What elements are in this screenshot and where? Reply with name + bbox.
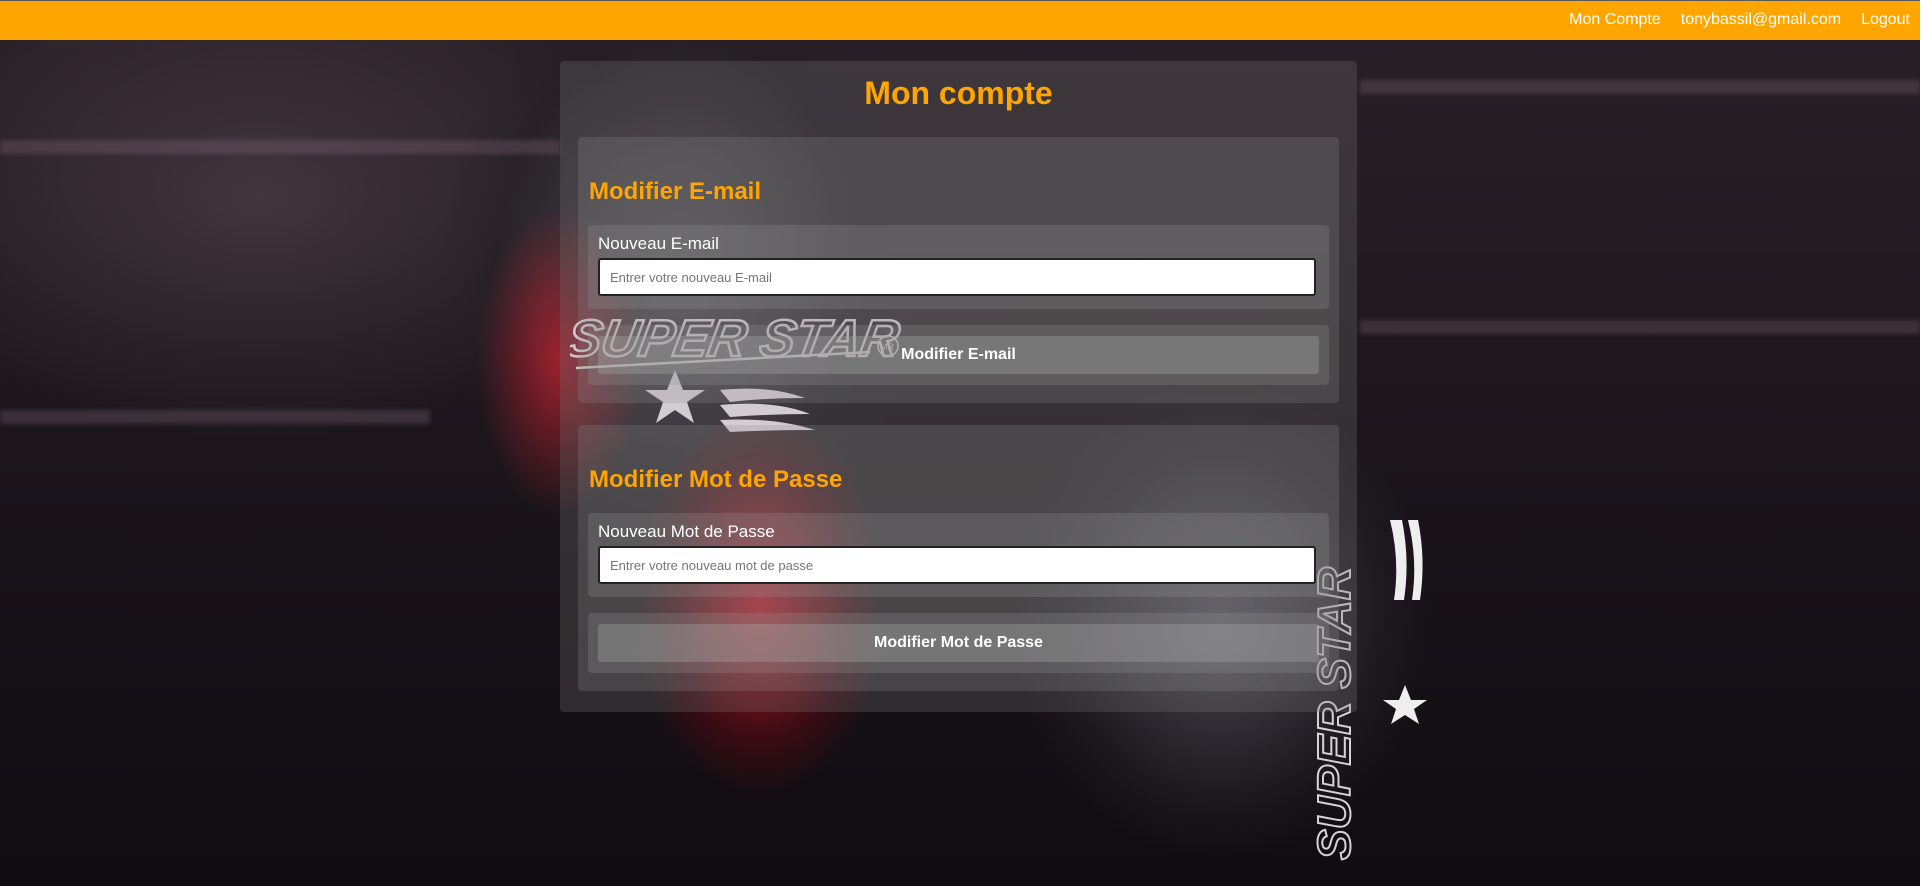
nav-link-user-email[interactable]: tonybassil@gmail.com [1681,11,1841,29]
password-section: Modifier Mot de Passe Nouveau Mot de Pas… [578,425,1339,691]
email-field-group: Nouveau E-mail [588,225,1329,309]
password-submit-group: Modifier Mot de Passe [588,613,1329,673]
email-section: Modifier E-mail Nouveau E-mail Modifier … [578,137,1339,403]
email-submit-group: Modifier E-mail [588,325,1329,385]
password-field-label: Nouveau Mot de Passe [598,522,775,541]
background-ring-rope [1360,320,1920,334]
modify-password-button[interactable]: Modifier Mot de Passe [598,624,1319,662]
new-password-input[interactable] [598,546,1316,584]
email-section-title: Modifier E-mail [589,178,762,205]
account-card: Mon compte Modifier E-mail Nouveau E-mai… [560,61,1357,712]
email-field-label: Nouveau E-mail [598,234,719,253]
background-ring-rope [0,410,430,424]
page-title: Mon compte [864,75,1053,111]
new-email-input[interactable] [598,258,1316,296]
background-ring-rope [0,140,560,154]
background-ring-rope [1360,80,1920,94]
nav-link-logout[interactable]: Logout [1861,11,1910,29]
navbar-links: Mon Compte tonybassil@gmail.com Logout [1569,11,1910,29]
app-viewport: SUPER STAR MR SUPER STAR Mon Compte tony… [0,0,1920,887]
password-field-group: Nouveau Mot de Passe [588,513,1329,597]
top-navbar: Mon Compte tonybassil@gmail.com Logout [0,0,1920,40]
nav-link-mon-compte[interactable]: Mon Compte [1569,11,1661,29]
modify-email-button[interactable]: Modifier E-mail [598,336,1319,374]
glove-star-icon [1383,685,1427,724]
password-section-title: Modifier Mot de Passe [589,466,843,493]
